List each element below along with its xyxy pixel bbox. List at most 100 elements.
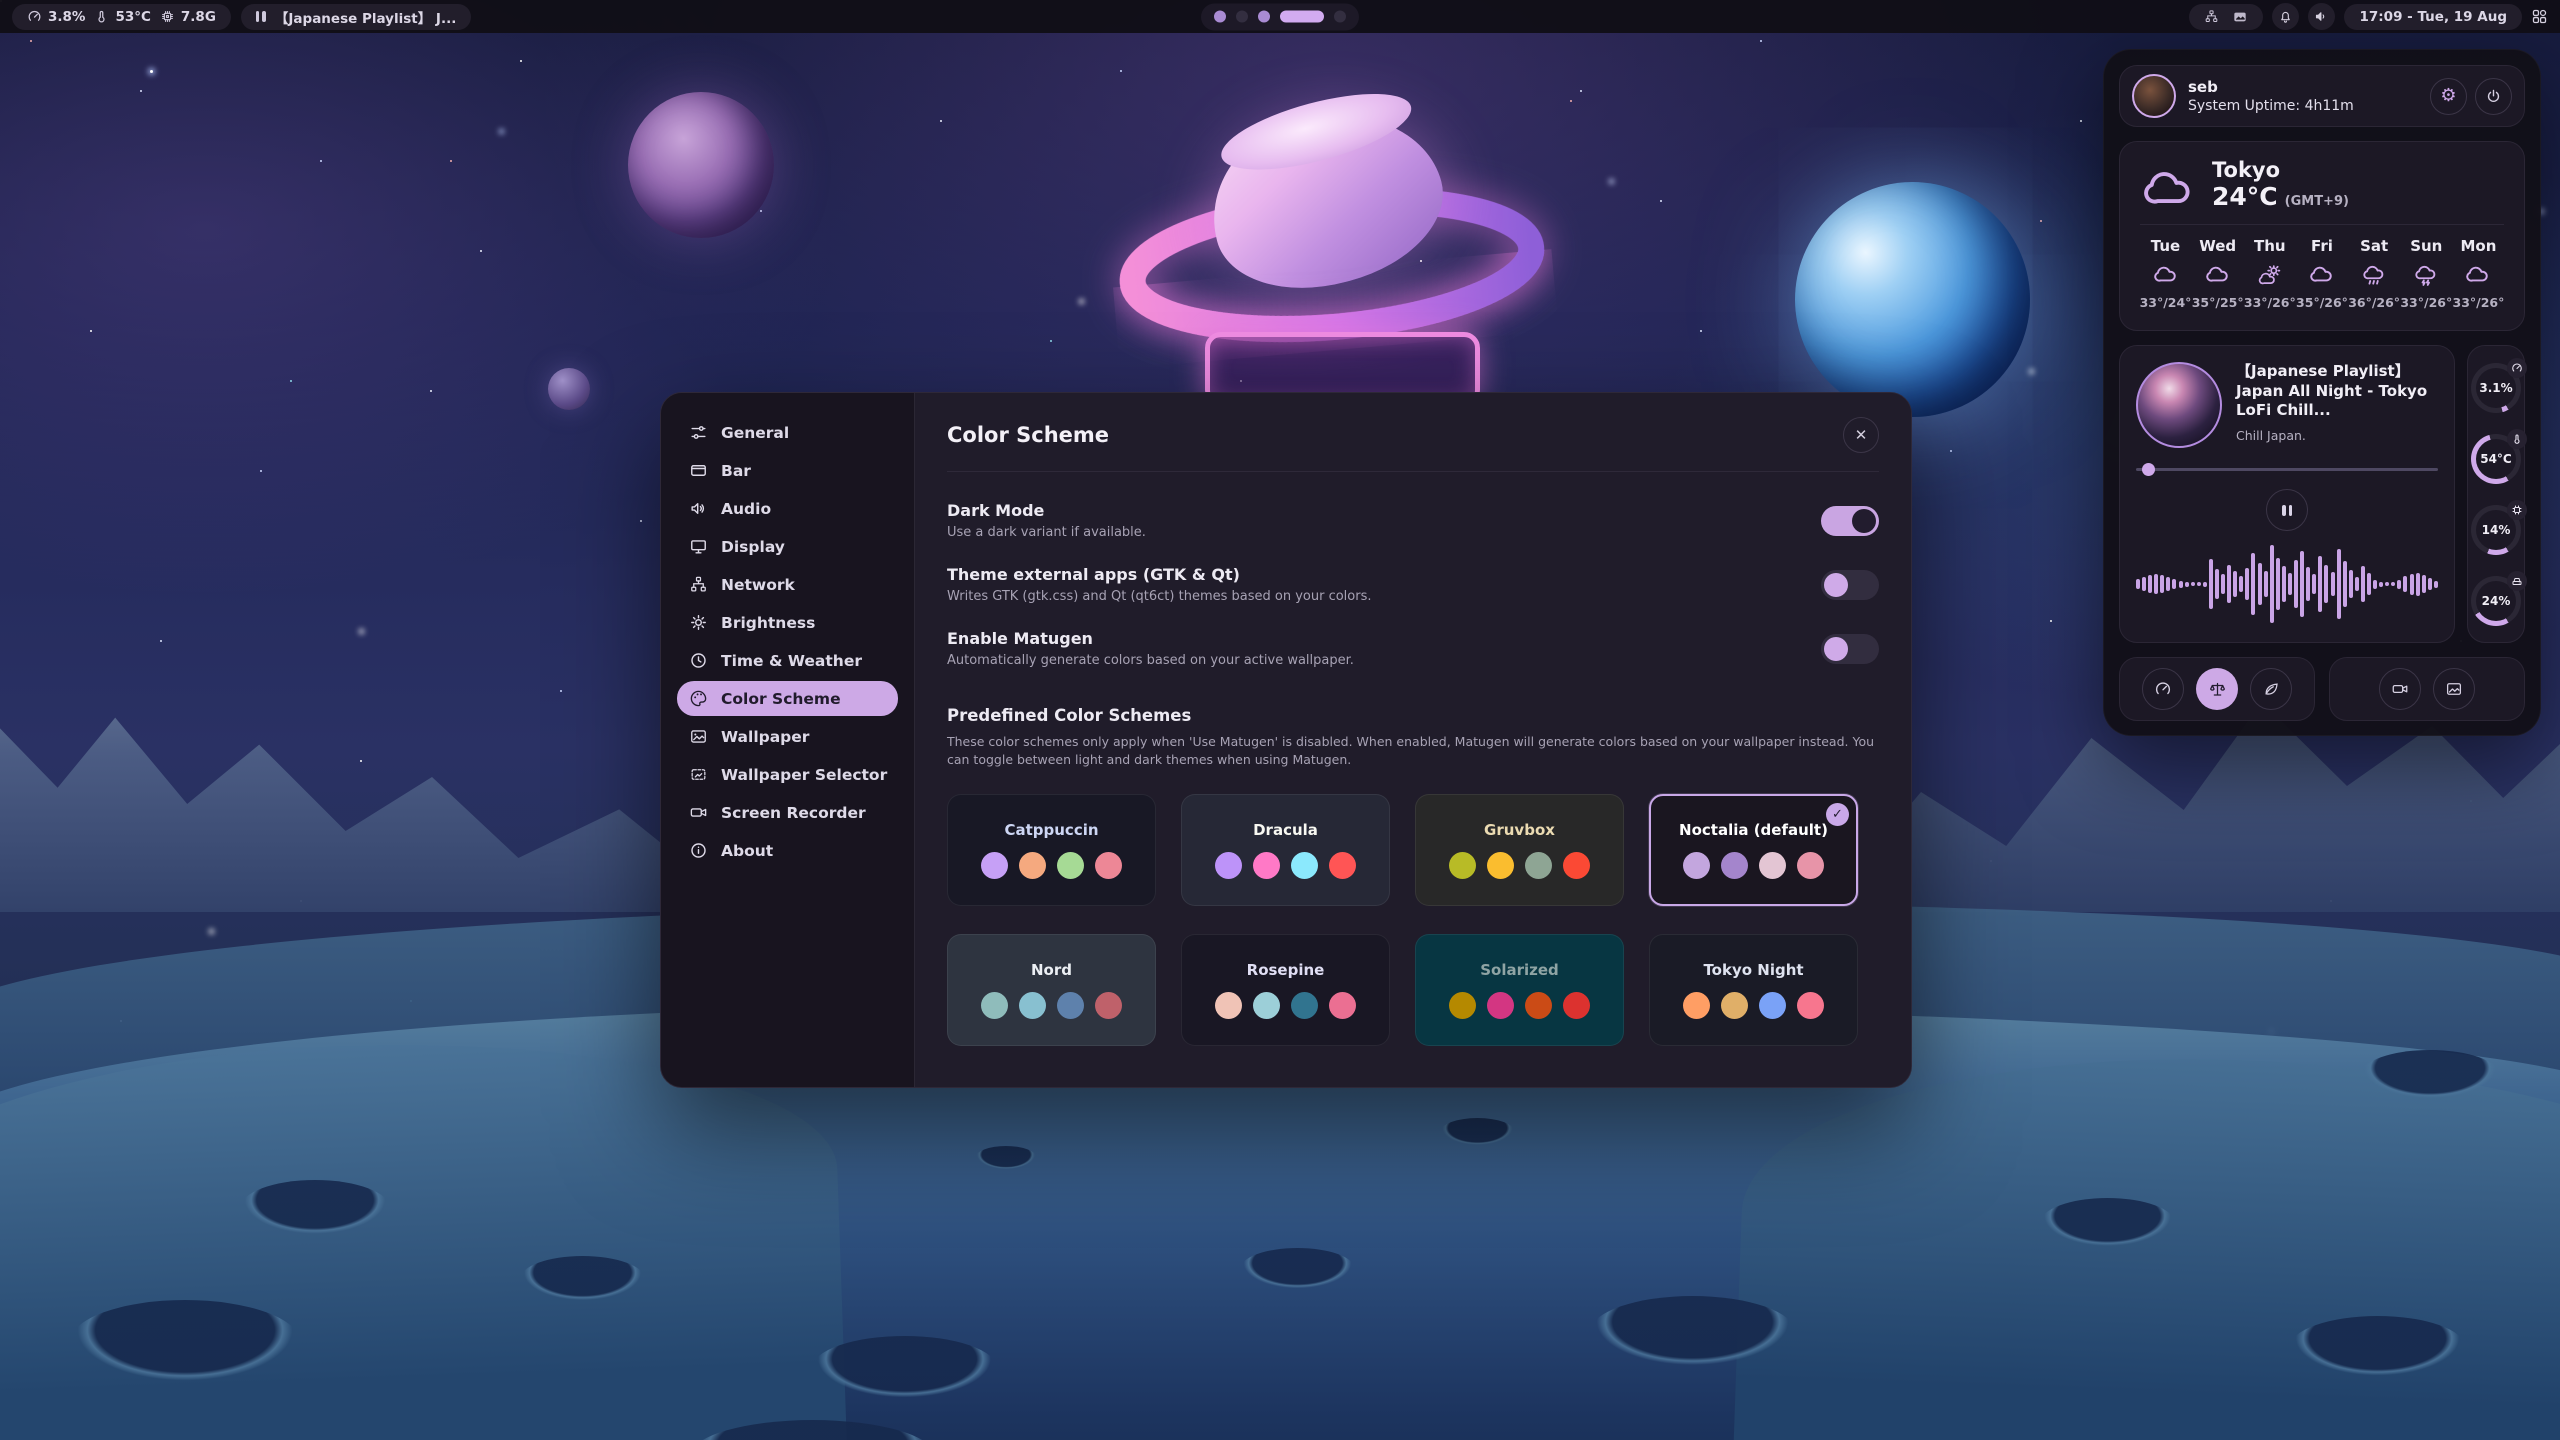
- close-button[interactable]: ✕: [1843, 417, 1879, 453]
- scheme-card-noctalia-default[interactable]: ✓ Noctalia (default): [1649, 794, 1858, 906]
- side-panel: seb System Uptime: 4h11m ⚙ Tokyo 24°C (G…: [2103, 49, 2541, 736]
- divider: [947, 471, 1879, 472]
- color-swatch: [1253, 992, 1280, 1019]
- weather-city: Tokyo: [2212, 158, 2349, 182]
- workspace-dot[interactable]: [1214, 11, 1226, 23]
- media-progress-bar[interactable]: [2136, 463, 2438, 476]
- clock-icon: [689, 651, 708, 670]
- color-swatch: [1759, 992, 1786, 1019]
- color-swatch: [1329, 992, 1356, 1019]
- sidebar-item-bar[interactable]: Bar: [677, 453, 898, 488]
- scheme-name: Gruvbox: [1484, 821, 1555, 839]
- audio-visualizer: [2136, 543, 2438, 625]
- album-art[interactable]: [2136, 362, 2222, 448]
- workspace-dot[interactable]: [1258, 11, 1270, 23]
- sidebar-item-label: Display: [721, 538, 785, 556]
- crater: [1440, 1118, 1515, 1146]
- video-camera-icon: [2391, 680, 2409, 698]
- performance-profile-button[interactable]: [2142, 668, 2184, 710]
- color-swatch: [1215, 852, 1242, 879]
- scheme-card-dracula[interactable]: Dracula: [1181, 794, 1390, 906]
- color-swatch: [1525, 852, 1552, 879]
- sidebar-item-network[interactable]: Network: [677, 567, 898, 602]
- info-icon: [689, 841, 708, 860]
- clock-pill[interactable]: 17:09 - Tue, 19 Aug: [2344, 4, 2522, 30]
- power-button[interactable]: [2475, 78, 2512, 115]
- network-icon[interactable]: [2204, 9, 2219, 24]
- power-profile-card: [2119, 657, 2315, 721]
- sidebar-item-screen-recorder[interactable]: Screen Recorder: [677, 795, 898, 830]
- scheme-card-rosepine[interactable]: Rosepine: [1181, 934, 1390, 1046]
- notifications-button[interactable]: [2272, 3, 2299, 30]
- scheme-card-nord[interactable]: Nord: [947, 934, 1156, 1046]
- sidebar-item-label: Wallpaper: [721, 728, 809, 746]
- color-swatch: [981, 992, 1008, 1019]
- sidebar-item-general[interactable]: General: [677, 415, 898, 450]
- balanced-profile-button[interactable]: [2196, 668, 2238, 710]
- power-saver-profile-button[interactable]: [2250, 668, 2292, 710]
- screen-recorder-button[interactable]: [2379, 668, 2421, 710]
- clock-label: 17:09 - Tue, 19 Aug: [2359, 9, 2507, 25]
- forecast-day: Sun 33°/26°: [2401, 237, 2452, 310]
- day-label: Wed: [2199, 237, 2236, 255]
- theme-external-apps-toggle[interactable]: [1821, 570, 1879, 600]
- workspace-indicator[interactable]: [1201, 3, 1359, 30]
- progress-knob[interactable]: [2142, 463, 2155, 476]
- color-swatch: [1525, 992, 1552, 1019]
- sidebar-item-display[interactable]: Display: [677, 529, 898, 564]
- scheme-card-solarized[interactable]: Solarized: [1415, 934, 1624, 1046]
- sidebar-item-audio[interactable]: Audio: [677, 491, 898, 526]
- gauge-icon: [2507, 358, 2527, 378]
- wallpaper-selector-icon: [689, 765, 708, 784]
- cpu-usage-stat: 3.8%: [27, 9, 85, 25]
- color-swatch: [1487, 852, 1514, 879]
- color-swatch: [1057, 852, 1084, 879]
- scheme-card-tokyo-night[interactable]: Tokyo Night: [1649, 934, 1858, 1046]
- sidebar-item-wallpaper[interactable]: Wallpaper: [677, 719, 898, 754]
- scheme-card-gruvbox[interactable]: Gruvbox: [1415, 794, 1624, 906]
- sidebar-item-label: Brightness: [721, 614, 815, 632]
- settings-button[interactable]: ⚙: [2430, 78, 2467, 115]
- color-swatch: [1797, 992, 1824, 1019]
- scales-icon: [2208, 680, 2227, 699]
- workspace-dot[interactable]: [1236, 11, 1248, 23]
- crater: [2040, 1198, 2175, 1248]
- color-swatch: [1215, 992, 1242, 1019]
- media-pill[interactable]: 【Japanese Playlist】 J...: [241, 4, 471, 30]
- color-swatch: [1095, 992, 1122, 1019]
- dark-mode-toggle[interactable]: [1821, 506, 1879, 536]
- top-bar: 3.8% 53°C 7.8G 【Japanese Playlist】 J...: [0, 0, 2560, 33]
- screen-recorder-icon: [689, 803, 708, 822]
- settings-window: General Bar Audio Display Network Bright…: [660, 392, 1912, 1088]
- enable-matugen-toggle[interactable]: [1821, 634, 1879, 664]
- scheme-name: Catppuccin: [1004, 821, 1098, 839]
- scheme-card-catppuccin[interactable]: Catppuccin: [947, 794, 1156, 906]
- volume-button[interactable]: [2308, 3, 2335, 30]
- sidebar-item-label: Audio: [721, 500, 771, 518]
- color-swatch: [1019, 852, 1046, 879]
- color-swatch: [1253, 852, 1280, 879]
- apps-grid-icon[interactable]: [2531, 8, 2548, 25]
- sidebar-item-about[interactable]: About: [677, 833, 898, 868]
- color-swatch: [1057, 992, 1084, 1019]
- sidebar-item-wallpaper-selector[interactable]: Wallpaper Selector: [677, 757, 898, 792]
- play-pause-button[interactable]: [2266, 489, 2308, 531]
- system-stats-pill[interactable]: 3.8% 53°C 7.8G: [12, 4, 231, 30]
- color-swatch: [1291, 852, 1318, 879]
- crater: [812, 1336, 997, 1400]
- sidebar-item-brightness[interactable]: Brightness: [677, 605, 898, 640]
- cloud-icon: [2153, 262, 2179, 288]
- sidebar-item-color-scheme[interactable]: Color Scheme: [677, 681, 898, 716]
- crater: [2360, 1050, 2500, 1100]
- pause-icon: [2282, 505, 2292, 516]
- wallpaper-icon[interactable]: [2232, 9, 2248, 25]
- wallpaper-button[interactable]: [2433, 668, 2475, 710]
- sidebar-item-time-weather[interactable]: Time & Weather: [677, 643, 898, 678]
- scheme-name: Nord: [1031, 961, 1072, 979]
- day-label: Sat: [2360, 237, 2388, 255]
- workspace-dot[interactable]: [1334, 11, 1346, 23]
- workspace-dot-active[interactable]: [1280, 11, 1324, 23]
- weather-forecast: Tue 33°/24° Wed 35°/25° Thu 33°/26° Fri …: [2140, 237, 2504, 310]
- avatar[interactable]: [2132, 74, 2176, 118]
- scheme-name: Noctalia (default): [1679, 821, 1828, 839]
